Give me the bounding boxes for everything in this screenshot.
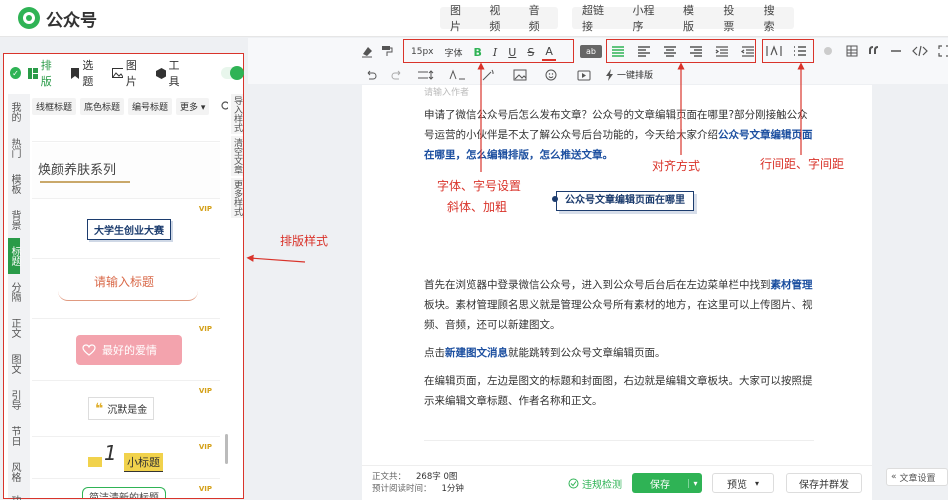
annotation-italic-bold: 斜体、加粗 (447, 200, 508, 214)
read-time: 1分钟 (441, 484, 464, 494)
read-time-label: 预计阅读时间： (372, 484, 432, 494)
word-stats: 正文共： 268字 0图 预计阅读时间： 1分钟 (372, 471, 464, 495)
preview-button[interactable]: 预览 ▾ (712, 473, 774, 493)
annotation-layout-style: 排版样式 (280, 234, 329, 248)
article-settings-label: 文章设置 (899, 473, 936, 484)
word-count-label: 正文共： (372, 472, 407, 482)
violation-check-button[interactable]: 违规检测 (568, 476, 622, 491)
preview-label: 预览 (726, 479, 747, 491)
annotation-align: 对齐方式 (652, 159, 701, 173)
chevron-double-icon: « (891, 472, 897, 482)
article-settings-button[interactable]: « 文章设置 (886, 468, 948, 486)
word-count: 268字 0图 (416, 472, 458, 482)
save-dropdown-icon[interactable]: ▾ (688, 478, 702, 488)
annotation-arrows (246, 62, 805, 263)
preview-dropdown-icon: ▾ (754, 478, 759, 488)
annotation-spacing: 行间距、字间距 (760, 157, 845, 171)
annotation-font: 字体、字号设置 (437, 179, 522, 193)
save-label: 保存 (650, 479, 670, 491)
bottom-bar: 正文共： 268字 0图 预计阅读时间： 1分钟 违规检测 保存 ▾ 预览 ▾ 保存并… (362, 465, 872, 500)
save-publish-button[interactable]: 保存并群发 (786, 473, 862, 493)
save-button[interactable]: 保存 ▾ (632, 473, 702, 493)
violation-check-label: 违规检测 (582, 480, 622, 491)
shield-check-icon (568, 478, 579, 489)
